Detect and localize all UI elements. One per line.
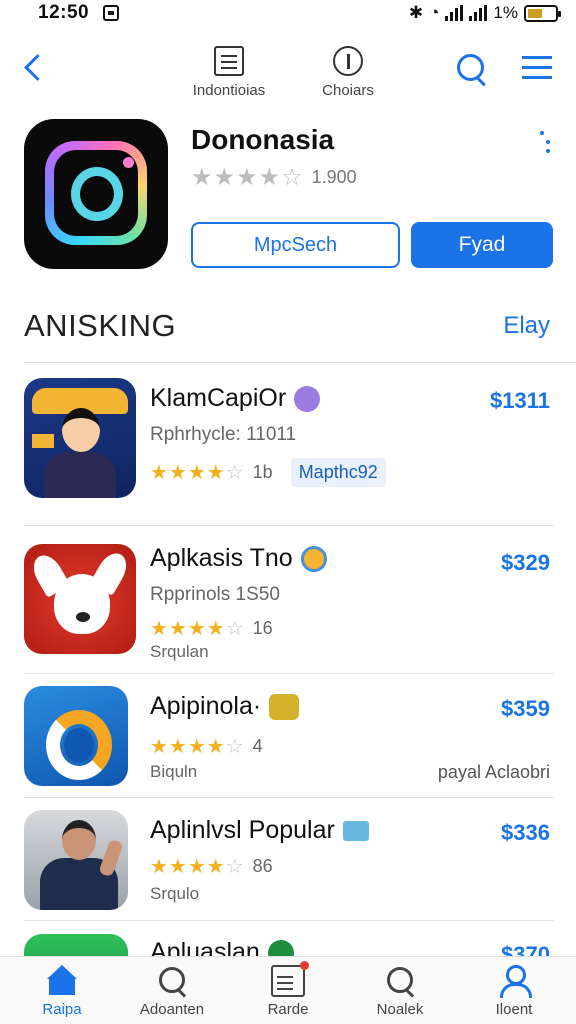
- star-rating-icon: ★★★★☆: [150, 462, 245, 484]
- search-icon[interactable]: [455, 52, 489, 86]
- list-item-rating: ★★★★☆ 4: [150, 736, 263, 758]
- camera-dot-graphic: [123, 157, 134, 168]
- tab-label: Iloent: [495, 1001, 533, 1018]
- list-item-rating: ★★★★☆ 1b Mapthc92: [150, 458, 386, 487]
- rating-count: 1.900: [311, 167, 357, 187]
- app-title: Dononasia: [191, 124, 335, 155]
- tab-label: Adoanten: [139, 1001, 205, 1018]
- list-item-price[interactable]: $336: [501, 820, 550, 846]
- list-item-price[interactable]: $359: [501, 696, 550, 722]
- star-rating-icon: ★★★★☆: [150, 618, 245, 640]
- list-item[interactable]: KlamCapiOr $1311 Rphrhycle: 11011 ★★★★☆ …: [0, 378, 576, 528]
- section-see-all-link[interactable]: Elay: [503, 312, 550, 340]
- more-options-icon[interactable]: [538, 131, 548, 155]
- list-item-price[interactable]: $370: [501, 942, 550, 956]
- status-indicators: ✱ ◔ 1%: [408, 3, 561, 23]
- badge-icon: [300, 545, 327, 572]
- star-rating-icon: ★★★★☆: [150, 856, 245, 878]
- nav-tab-choiars[interactable]: Choiars: [306, 46, 390, 99]
- home-icon: [45, 965, 79, 997]
- user-icon: [497, 965, 532, 998]
- tab-label: Noalek: [376, 1001, 424, 1018]
- app-thumbnail-dog: [24, 544, 136, 654]
- battery-icon: [524, 4, 561, 22]
- tab-label: Rarde: [267, 1001, 309, 1018]
- secondary-action-button[interactable]: MpcSech: [191, 222, 400, 268]
- list-item-category: Srqulo: [150, 884, 200, 903]
- list-item-tag: Mapthc92: [290, 458, 386, 487]
- list-item[interactable]: Apluaslan $370: [0, 934, 576, 956]
- notification-icon: [103, 5, 119, 21]
- tab-label: Raipa: [42, 1001, 82, 1018]
- tab-home[interactable]: Raipa: [12, 965, 112, 1018]
- signal-icon: [445, 5, 464, 21]
- status-time: 12:50: [38, 2, 90, 23]
- badge-icon: [269, 693, 300, 720]
- star-rating-icon: ★★★★☆: [191, 164, 304, 191]
- status-bar: 12:50 ✱ ◔ 1%: [0, 0, 576, 28]
- badge-icon: [267, 939, 294, 956]
- signal-icon-2: [469, 5, 488, 21]
- menu-icon[interactable]: [522, 54, 554, 80]
- divider: [24, 362, 576, 363]
- list-item-title: Apipinola·: [150, 692, 300, 721]
- bottom-tab-bar: Raipa Adoanten Rarde Noalek Iloent: [0, 956, 576, 1024]
- search-icon: [383, 965, 417, 997]
- top-nav: Indontioias Choiars: [0, 38, 576, 108]
- list-item-title: Apluaslan: [150, 938, 294, 956]
- nav-tab-label: Choiars: [322, 82, 374, 99]
- list-item-title: Aplinlvsl Popular: [150, 816, 369, 845]
- list-item[interactable]: Aplkasis Tno $329 Rpprinols 1S50 ★★★★☆ 1…: [0, 544, 576, 674]
- list-item-price[interactable]: $329: [501, 550, 550, 576]
- list-item-title: KlamCapiOr: [150, 384, 321, 413]
- camera-lens-graphic: [71, 167, 123, 221]
- tab-profile[interactable]: Iloent: [464, 965, 564, 1018]
- list-item-title: Aplkasis Tno: [150, 544, 327, 573]
- nav-tab-label: Indontioias: [192, 82, 266, 99]
- nav-tab-indontioias[interactable]: Indontioias: [180, 46, 278, 99]
- divider: [24, 525, 554, 526]
- tab-search-2[interactable]: Noalek: [350, 965, 450, 1018]
- tab-search[interactable]: Adoanten: [122, 965, 222, 1018]
- app-icon: [24, 119, 168, 269]
- divider: [24, 920, 554, 921]
- tab-list[interactable]: Rarde: [238, 961, 338, 1018]
- wifi-icon: ◔: [429, 3, 440, 22]
- battery-percent: 1%: [493, 3, 518, 22]
- bluetooth-icon: ✱: [408, 3, 424, 22]
- badge-icon: [294, 385, 321, 412]
- list-icon: [271, 961, 309, 997]
- document-icon: [214, 46, 244, 76]
- badge-icon: [342, 820, 369, 841]
- info-icon: [333, 46, 363, 76]
- list-item-category: Biquln: [150, 762, 198, 781]
- app-thumbnail-swirl: [24, 686, 128, 786]
- list-item-price[interactable]: $1311: [490, 388, 550, 414]
- primary-action-button[interactable]: Fyad: [411, 222, 553, 268]
- app-thumbnail-green: [24, 934, 128, 956]
- list-item-subtitle: Rpprinols 1S50: [150, 584, 280, 605]
- search-icon: [155, 965, 189, 997]
- back-button[interactable]: [20, 50, 50, 86]
- app-thumbnail-person: [24, 810, 128, 910]
- list-item[interactable]: Aplinlvsl Popular $336 ★★★★☆ 86 Srqulo: [0, 810, 576, 920]
- list-item-rating: ★★★★☆ 16: [150, 618, 273, 640]
- list-item-subtitle: Rphrhycle: 11011: [150, 424, 297, 445]
- divider: [24, 673, 554, 674]
- app-thumbnail-cartoon-girl: [24, 378, 136, 498]
- app-rating: ★★★★☆ 1.900: [191, 163, 357, 192]
- section-title: ANISKING: [24, 308, 177, 343]
- list-item-category: Srqulan: [150, 642, 209, 661]
- list-item-meta: payal Aclaobri: [437, 762, 550, 782]
- divider: [24, 797, 554, 798]
- star-rating-icon: ★★★★☆: [150, 736, 245, 758]
- list-item[interactable]: Apipinola· $359 ★★★★☆ 4 Biquln payal Acl…: [0, 686, 576, 796]
- list-item-rating: ★★★★☆ 86: [150, 856, 273, 878]
